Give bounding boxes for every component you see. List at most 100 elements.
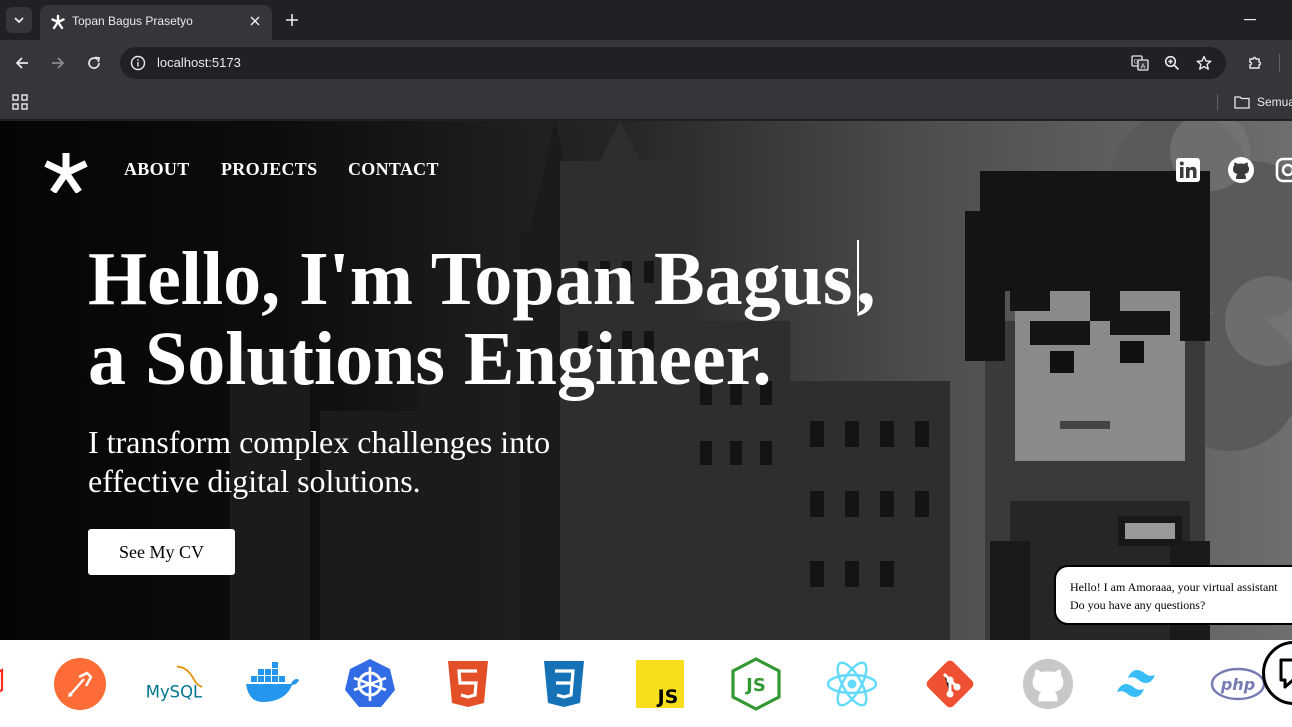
chat-assistant-bubble: Hello! I am Amoraaa, your virtual assist…	[1054, 565, 1292, 625]
tech-html5	[438, 656, 498, 712]
tech-react	[822, 656, 882, 712]
zoom-icon	[1164, 55, 1180, 71]
nav-link-contact[interactable]: CONTACT	[348, 159, 439, 180]
star-icon	[1196, 55, 1212, 70]
arrow-right-icon	[52, 57, 65, 69]
hero-subtitle: I transform complex challenges into effe…	[88, 423, 608, 501]
toolbar-divider	[1279, 54, 1280, 72]
puzzle-icon	[1249, 56, 1262, 69]
svg-text:G: G	[1134, 59, 1139, 66]
tech-github	[1018, 656, 1078, 712]
tech-laravel	[0, 656, 18, 712]
tab-search-button[interactable]	[6, 7, 32, 33]
tech-stack-strip: MySQL JS JS php	[0, 640, 1292, 727]
tech-docker	[242, 656, 302, 712]
laravel-icon	[0, 668, 4, 693]
headline-comma: ,	[856, 237, 876, 321]
tech-postman	[50, 656, 110, 712]
subtitle-line-1: I transform complex challenges into	[88, 424, 551, 460]
translate-button[interactable]: AG	[1130, 53, 1150, 73]
hero-section: ABOUT PROJECTS CONTACT Hello, I'm Topan …	[0, 121, 1292, 640]
svg-text:A: A	[1141, 63, 1146, 71]
see-cv-button[interactable]: See My CV	[88, 529, 235, 575]
address-bar[interactable]: localhost:5173 AG	[120, 47, 1226, 79]
bookmark-folder-all[interactable]: Semua	[1234, 92, 1292, 112]
bookmarks-bar: Semua	[0, 86, 1292, 120]
linkedin-icon	[1176, 158, 1200, 182]
tech-kubernetes	[340, 656, 400, 712]
browser-tab[interactable]: Topan Bagus Prasetyo	[40, 5, 272, 40]
nav-link-projects[interactable]: PROJECTS	[221, 159, 317, 180]
tech-javascript: JS	[630, 656, 690, 712]
chevron-down-icon	[14, 17, 24, 24]
react-nucleus	[847, 679, 857, 689]
info-icon	[130, 55, 146, 71]
bookmark-star-button[interactable]	[1194, 53, 1214, 73]
tab-close-button[interactable]	[246, 12, 264, 30]
new-tab-button[interactable]	[282, 10, 302, 30]
arrow-left-icon	[15, 57, 28, 69]
git-icon	[926, 660, 974, 708]
docker-whale	[246, 662, 299, 702]
linkedin-link[interactable]	[1172, 154, 1204, 186]
mysql-icon: MySQL	[146, 665, 203, 702]
tech-tailwind	[1112, 656, 1172, 712]
kubernetes-icon	[345, 659, 395, 707]
apps-grid-icon[interactable]	[11, 93, 29, 111]
docker-icon	[246, 662, 299, 702]
window-minimize-button[interactable]	[1238, 10, 1262, 30]
instagram-link[interactable]	[1272, 154, 1292, 186]
php-text: php	[1220, 675, 1255, 694]
postman-icon	[54, 658, 106, 710]
zoom-button[interactable]	[1162, 53, 1182, 73]
php-icon: php	[1210, 667, 1266, 701]
browser-tabstrip: Topan Bagus Prasetyo	[0, 0, 1292, 40]
typed-text: Hello, I'm Topan Bagus	[88, 237, 853, 321]
css3-icon	[544, 661, 584, 707]
folder-icon	[1234, 96, 1250, 109]
github-link[interactable]	[1225, 154, 1257, 186]
minimize-icon	[1244, 19, 1256, 21]
reload-icon	[88, 56, 100, 69]
github-icon	[1228, 157, 1254, 183]
github-icon	[1022, 658, 1074, 710]
subtitle-line-2: effective digital solutions.	[88, 463, 421, 499]
js-text: JS	[656, 686, 679, 708]
close-icon	[250, 16, 260, 26]
url-text[interactable]: localhost:5173	[157, 55, 241, 70]
tech-git	[920, 656, 980, 712]
instagram-icon	[1275, 157, 1292, 183]
chat-bubble-icon	[1279, 658, 1292, 689]
tech-mysql: MySQL	[144, 656, 204, 712]
bookmark-folder-label: Semua	[1257, 95, 1292, 109]
forward-button[interactable]	[46, 51, 70, 75]
tab-title: Topan Bagus Prasetyo	[72, 14, 193, 28]
tech-css3	[534, 656, 594, 712]
react-icon	[826, 661, 878, 707]
extensions-button[interactable]	[1243, 51, 1267, 75]
tech-php: php	[1208, 656, 1268, 712]
browser-toolbar: localhost:5173 AG	[0, 40, 1292, 86]
bookmarks-divider	[1217, 94, 1218, 110]
back-button[interactable]	[10, 51, 34, 75]
translate-icon: AG	[1131, 55, 1149, 71]
site-info-button[interactable]	[128, 53, 148, 73]
nodejs-icon: JS	[731, 657, 781, 711]
web-page: ABOUT PROJECTS CONTACT Hello, I'm Topan …	[0, 121, 1292, 727]
mysql-text: MySQL	[146, 683, 203, 702]
reload-button[interactable]	[82, 51, 106, 75]
asterisk-favicon-icon	[51, 14, 65, 30]
chat-bubble-line-2: Do you have any questions?	[1070, 598, 1206, 612]
hero-headline: Hello, I'm Topan Bagus, a Solutions Engi…	[88, 239, 876, 399]
headline-line-2: a Solutions Engineer.	[88, 317, 772, 401]
tailwind-icon	[1117, 670, 1155, 697]
nav-link-about[interactable]: ABOUT	[124, 159, 190, 180]
plus-icon	[286, 14, 298, 26]
tech-nodejs: JS	[726, 656, 786, 712]
chat-bubble-line-1: Hello! I am Amoraaa, your virtual assist…	[1070, 580, 1278, 594]
headline-line-1: Hello, I'm Topan Bagus,	[88, 239, 876, 319]
site-logo-icon[interactable]	[44, 153, 88, 193]
nodejs-text: JS	[744, 675, 766, 696]
tailwind-waves	[1117, 670, 1155, 697]
javascript-icon: JS	[636, 660, 684, 708]
